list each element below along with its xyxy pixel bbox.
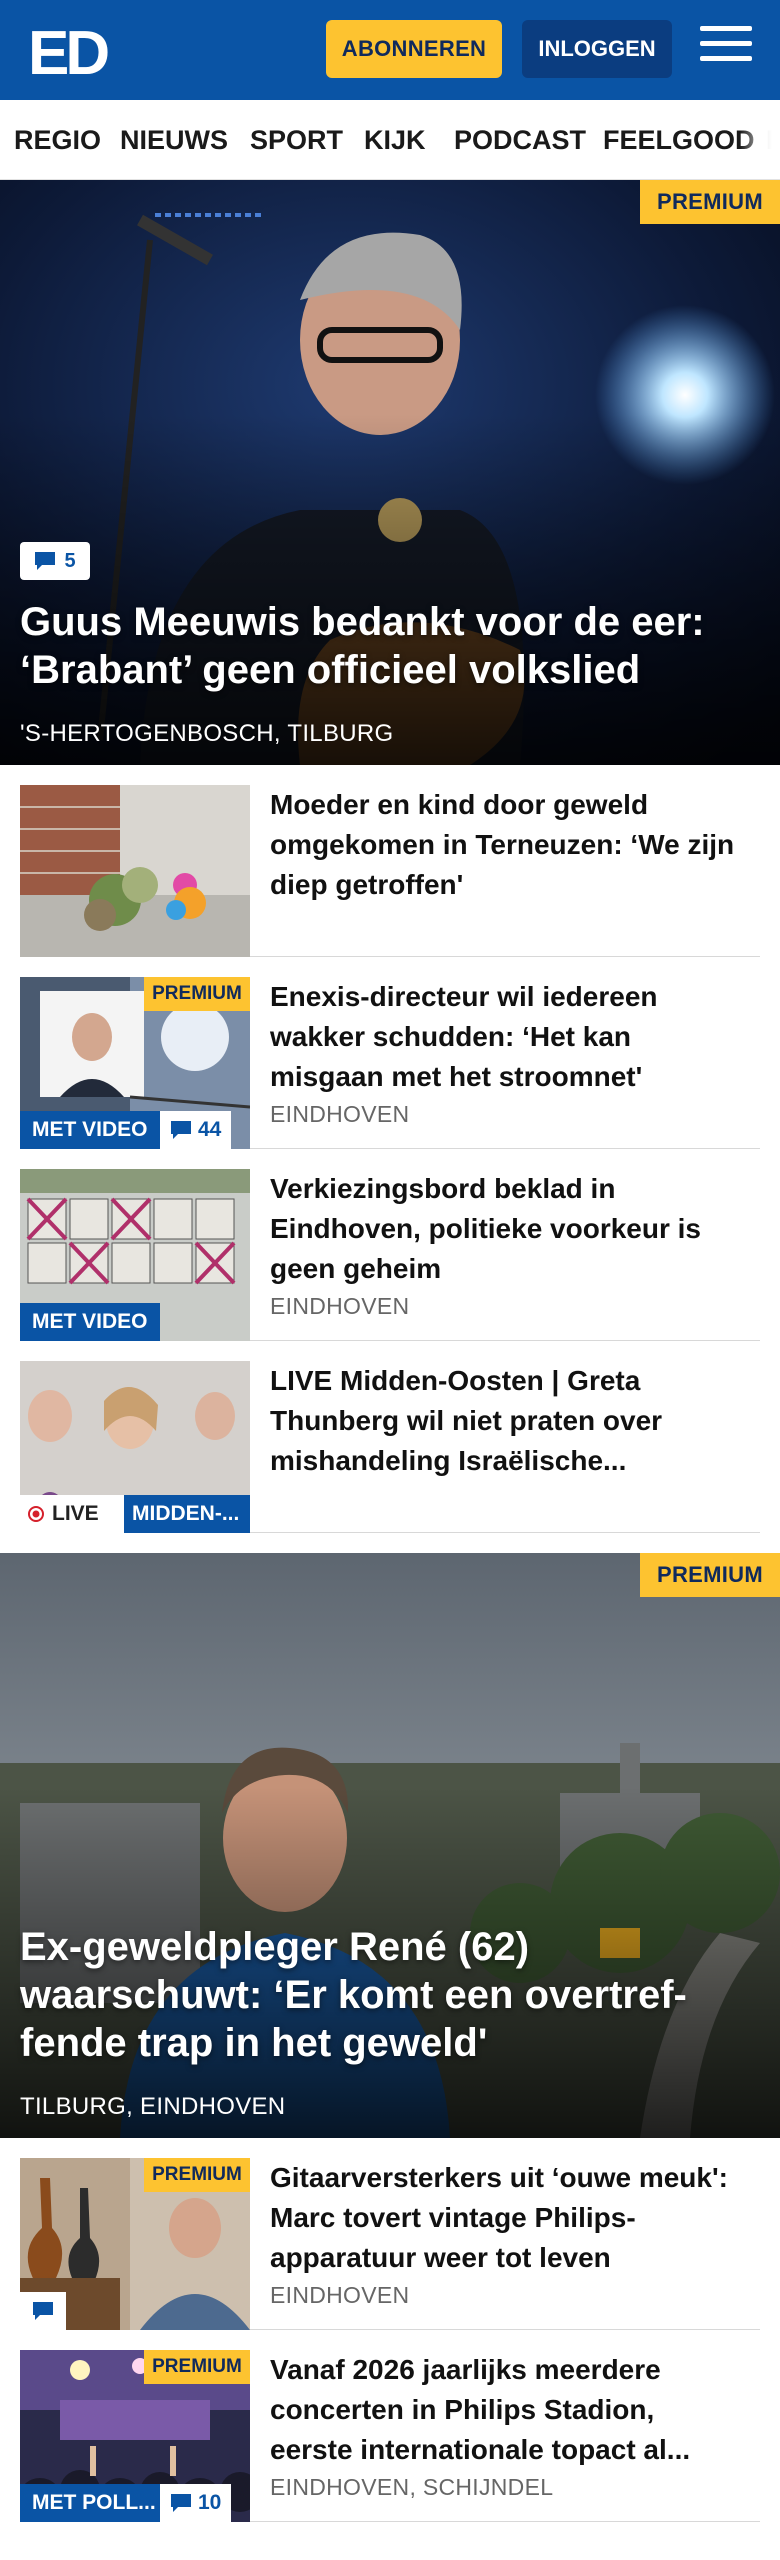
nav-item-regio[interactable]: REGIO: [14, 100, 101, 179]
hero-article-2[interactable]: PREMIUM Ex-geweldpleger René (62) waarsc…: [0, 1553, 780, 2138]
premium-badge: PREMIUM: [640, 180, 780, 224]
thumb-election-board: MET VIDEO: [20, 1169, 250, 1341]
live-tag: LIVE: [20, 1495, 124, 1533]
article-location: EINDHOVEN: [270, 2282, 410, 2308]
thumb-guitar-amps: PREMIUM: [20, 2158, 250, 2330]
comment-icon: [171, 1121, 191, 1139]
article-location: EINDHOVEN: [270, 1101, 410, 1127]
video-tag: MET VIDEO: [20, 1303, 160, 1341]
list-item[interactable]: MET VIDEO Verkiezingsbord beklad in Eind…: [20, 1149, 760, 1341]
hero-title[interactable]: Guus Meeuwis bedankt voor de eer: ‘Braba…: [20, 598, 740, 694]
list-item[interactable]: PREMIUM Gitaarversterkers uit ‘ouwe meuk…: [20, 2138, 760, 2330]
nav-item-kijk[interactable]: KIJK: [364, 100, 426, 179]
comment-count-chip[interactable]: 44: [160, 1111, 232, 1149]
thumb-concert-stadium: PREMIUM MET POLL... 10: [20, 2350, 250, 2522]
list-item[interactable]: PREMIUM MET POLL... 10 Vanaf 2026 jaarli…: [20, 2330, 760, 2522]
hero-title[interactable]: Ex-geweldpleger René (62) waarschuwt: ‘E…: [20, 1923, 740, 2067]
hero-article-1[interactable]: PREMIUM 5 Guus Meeuwis bedankt voor de e…: [0, 180, 780, 765]
comment-icon: [171, 2494, 191, 2512]
article-location: EINDHOVEN, SCHIJNDEL: [270, 2474, 554, 2500]
premium-badge: PREMIUM: [144, 2158, 250, 2192]
thumb-flowers-memorial: [20, 785, 250, 957]
premium-badge: PREMIUM: [144, 2350, 250, 2384]
subscribe-button[interactable]: ABONNEREN: [326, 20, 502, 78]
list-item[interactable]: Moeder en kind door geweld omgekomen in …: [20, 765, 760, 957]
comment-count-chip[interactable]: 10: [160, 2484, 232, 2522]
thumb-greta: LIVE MIDDEN-...: [20, 1361, 250, 1533]
ed-logo[interactable]: ED: [28, 22, 116, 78]
site-header: ED ABONNEREN INLOGGEN: [0, 0, 780, 100]
nav-item-nieuws[interactable]: NIEUWS: [120, 100, 228, 179]
comment-count: 44: [198, 1118, 222, 1141]
article-title[interactable]: Gitaarversterkers uit ‘ouwe meuk': Marc …: [270, 2158, 740, 2278]
nav-fade: [740, 100, 780, 179]
comment-count-chip[interactable]: 5: [20, 542, 90, 580]
nav-item-sport[interactable]: SPORT: [250, 100, 343, 179]
comment-icon: [35, 552, 56, 570]
article-title[interactable]: LIVE Midden-Oosten | Greta Thunberg wil …: [270, 1361, 740, 1481]
live-dot-icon: [28, 1506, 44, 1522]
article-title[interactable]: Moeder en kind door geweld omgekomen in …: [270, 785, 740, 905]
comment-chip[interactable]: [20, 2292, 66, 2330]
nav-item-podcast[interactable]: PODCAST: [454, 100, 586, 179]
article-location: EINDHOVEN: [270, 1293, 410, 1319]
comment-count: 10: [198, 2491, 222, 2514]
topic-tag[interactable]: MIDDEN-...: [124, 1495, 250, 1533]
nav-item-feelgood[interactable]: FEELGOOD: [603, 100, 755, 179]
svg-text:ED: ED: [28, 22, 108, 78]
live-label: LIVE: [52, 1502, 99, 1525]
premium-badge: PREMIUM: [640, 1553, 780, 1597]
list-item[interactable]: LIVE MIDDEN-... LIVE Midden-Oosten | Gre…: [20, 1341, 760, 1533]
login-button[interactable]: INLOGGEN: [522, 20, 672, 78]
comment-count: 5: [64, 549, 76, 572]
hero-location: 'S-HERTOGENBOSCH, TILBURG: [20, 720, 394, 747]
premium-badge: PREMIUM: [144, 977, 250, 1011]
video-tag: MET VIDEO: [20, 1111, 160, 1149]
list-item[interactable]: PREMIUM MET VIDEO 44 Enexis-directeur wi…: [20, 957, 760, 1149]
poll-tag: MET POLL...: [20, 2484, 160, 2522]
hero-gradient: [0, 414, 780, 765]
section-nav: REGIO NIEUWS SPORT KIJK PODCAST FEELGOOD…: [0, 100, 780, 180]
hamburger-icon[interactable]: [700, 26, 752, 70]
hero-location: TILBURG, EINDHOVEN: [20, 2093, 286, 2120]
thumb-enexis: PREMIUM MET VIDEO 44: [20, 977, 250, 1149]
comment-icon: [33, 2302, 53, 2320]
article-title[interactable]: Vanaf 2026 jaarlijks meerdere concerten …: [270, 2350, 740, 2470]
article-title[interactable]: Verkiezingsbord beklad in Eindhoven, pol…: [270, 1169, 740, 1289]
article-title[interactable]: Enexis-directeur wil iedereen wakker sch…: [270, 977, 740, 1097]
